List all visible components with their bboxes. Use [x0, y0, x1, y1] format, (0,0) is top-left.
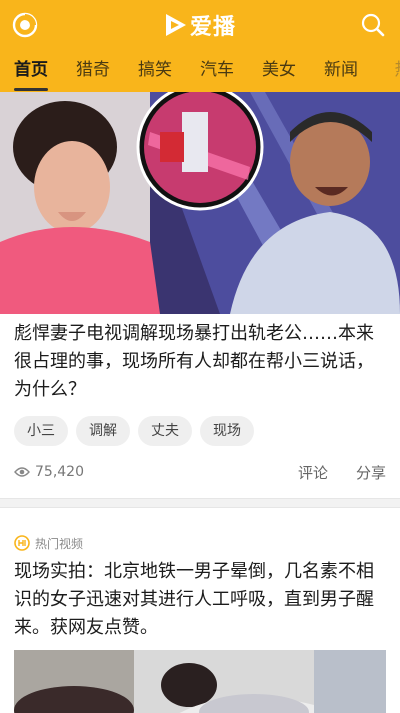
tab-cars[interactable]: 汽车 [186, 50, 248, 92]
share-button[interactable]: 分享 [356, 462, 386, 483]
source-label: 热门视频 [14, 534, 386, 552]
view-count: 75,420 [14, 464, 270, 480]
search-icon[interactable] [360, 12, 386, 38]
comment-button[interactable]: 评论 [298, 462, 328, 483]
source-name: 热门视频 [35, 536, 84, 551]
video-meta: 75,420 评论 分享 [14, 450, 386, 494]
video-card[interactable]: 彪悍妻子电视调解现场暴打出轨老公……本来很占理的事，现场所有人却都在帮小三说话，… [0, 92, 400, 494]
video-thumbnail[interactable] [0, 92, 400, 314]
video-title[interactable]: 现场实拍：北京地铁一男子晕倒，几名素不相识的女子迅速对其进行人工呼吸，直到男子醒… [14, 558, 386, 642]
tab-beauty[interactable]: 美女 [248, 50, 310, 92]
video-thumbnail[interactable] [14, 650, 386, 713]
play-logo-icon [166, 14, 186, 36]
tag-chip[interactable]: 丈夫 [138, 416, 192, 446]
app-header: 爱播 首页 猎奇 搞笑 汽车 美女 新闻 热 [0, 0, 400, 92]
video-card[interactable]: 热门视频 现场实拍：北京地铁一男子晕倒，几名素不相识的女子迅速对其进行人工呼吸，… [0, 534, 400, 713]
tab-hot[interactable]: 热 [372, 50, 400, 92]
app-logo-icon[interactable] [12, 12, 38, 38]
eye-icon [14, 467, 30, 477]
video-feed: 彪悍妻子电视调解现场暴打出轨老公……本来很占理的事，现场所有人却都在帮小三说话，… [0, 92, 400, 713]
video-title[interactable]: 彪悍妻子电视调解现场暴打出轨老公……本来很占理的事，现场所有人却都在帮小三说话，… [14, 320, 386, 404]
hot-video-icon [14, 535, 30, 551]
card-divider [0, 498, 400, 508]
app-screen: 爱播 首页 猎奇 搞笑 汽车 美女 新闻 热 [0, 0, 400, 713]
tab-funny[interactable]: 搞笑 [124, 50, 186, 92]
brand-logo: 爱播 [162, 10, 236, 40]
category-tabs: 首页 猎奇 搞笑 汽车 美女 新闻 热 [0, 50, 400, 92]
tab-home[interactable]: 首页 [0, 50, 62, 92]
tab-curiosity[interactable]: 猎奇 [62, 50, 124, 92]
top-bar: 爱播 [0, 0, 400, 50]
tag-chip[interactable]: 调解 [76, 416, 130, 446]
thumbnail-image [14, 650, 386, 713]
tab-news[interactable]: 新闻 [310, 50, 372, 92]
tag-list: 小三 调解 丈夫 现场 [14, 416, 386, 446]
tag-chip[interactable]: 小三 [14, 416, 68, 446]
thumbnail-image [0, 92, 400, 314]
video-card-body: 彪悍妻子电视调解现场暴打出轨老公……本来很占理的事，现场所有人却都在帮小三说话，… [0, 320, 400, 494]
tag-chip[interactable]: 现场 [200, 416, 254, 446]
view-count-value: 75,420 [35, 464, 84, 480]
brand-name: 爱播 [190, 15, 237, 40]
